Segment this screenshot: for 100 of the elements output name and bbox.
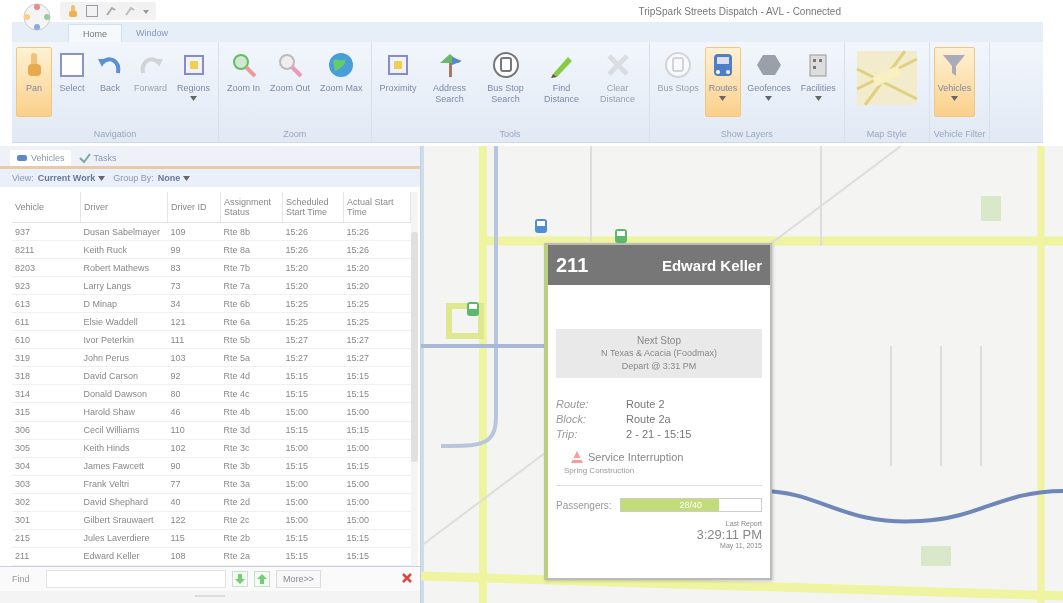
- table-cell: 15:25: [282, 312, 344, 331]
- close-button[interactable]: [402, 573, 412, 585]
- find-field[interactable]: [46, 570, 226, 588]
- table-cell: Rte 8b: [220, 222, 283, 241]
- ribbon-button[interactable]: Pan: [16, 47, 52, 117]
- ribbon-tab[interactable]: Home: [68, 24, 122, 42]
- table-cell: Cecil Williams: [80, 421, 168, 440]
- table-cell: 108: [167, 547, 221, 566]
- table-cell: 301: [12, 511, 81, 530]
- ribbon-button[interactable]: Vehicles: [933, 47, 976, 117]
- scrollbar[interactable]: [411, 192, 418, 566]
- table-cell: 15:15: [282, 457, 344, 476]
- group-by-dropdown[interactable]: None: [157, 173, 191, 183]
- table-cell: Robert Mathews: [80, 258, 168, 277]
- ribbon-tab[interactable]: Window: [122, 24, 183, 42]
- table-cell: Rte 2c: [220, 511, 283, 530]
- table-cell: 15:00: [343, 439, 411, 458]
- column-header[interactable]: Scheduled Start Time: [282, 192, 344, 223]
- find-previous-button[interactable]: [254, 571, 270, 587]
- table-cell: Rte 5b: [220, 330, 283, 349]
- table-cell: 15:20: [343, 276, 411, 295]
- view-dropdown[interactable]: Current Work: [37, 173, 106, 183]
- more-button[interactable]: More>>: [276, 570, 322, 588]
- table-cell: 215: [12, 529, 81, 548]
- ribbon-button[interactable]: Facilities: [796, 47, 840, 117]
- column-header[interactable]: Driver: [80, 192, 168, 223]
- ribbon-button[interactable]: Zoom Max: [316, 47, 367, 117]
- table-cell: 15:00: [282, 493, 344, 512]
- globe-icon: [327, 51, 356, 79]
- table-cell: Rte 7a: [220, 276, 283, 295]
- table-cell: 15:00: [343, 402, 411, 421]
- table-cell: 8211: [12, 240, 81, 259]
- table-cell: 110: [167, 421, 221, 440]
- find-next-button[interactable]: [232, 571, 248, 587]
- ribbon-button[interactable]: Select: [54, 47, 90, 117]
- ribbon-button[interactable]: Bus Stop Search: [478, 47, 533, 117]
- next-stop-name: N Texas & Acacia (Foodmax): [600, 347, 718, 360]
- panel-tab[interactable]: Tasks: [72, 150, 123, 166]
- table-cell: 15:00: [343, 475, 411, 494]
- table-cell: 15:27: [282, 348, 344, 367]
- table-cell: 15:15: [343, 547, 411, 566]
- table-cell: Rte 3b: [220, 457, 283, 476]
- table-cell: 315: [12, 402, 81, 421]
- table-cell: 923: [12, 276, 81, 295]
- panel-tab[interactable]: Vehicles: [10, 150, 71, 166]
- table-cell: 15:15: [343, 529, 411, 548]
- table-cell: 15:26: [343, 222, 411, 241]
- detail-value: Route 2a: [626, 413, 672, 425]
- ribbon-button[interactable]: Routes: [704, 47, 742, 117]
- ribbon-group-label: Navigation: [92, 128, 138, 141]
- table-cell: 111: [167, 330, 221, 349]
- scrollbar-thumb[interactable]: [411, 232, 418, 462]
- table-cell: Jules Laverdiere: [80, 529, 168, 548]
- departure-time: Depart @ 3:31 PM: [620, 360, 698, 373]
- table-cell: John Perus: [80, 348, 168, 367]
- table-cell: 610: [12, 330, 81, 349]
- zoom-out-icon: [276, 51, 305, 79]
- table-cell: 15:20: [282, 258, 344, 277]
- table-cell: 103: [167, 348, 221, 367]
- column-header[interactable]: Driver ID: [167, 192, 221, 223]
- table-cell: Rte 3a: [220, 475, 283, 494]
- detail-value: Route 2: [626, 398, 666, 410]
- column-header[interactable]: Assignment Status: [220, 192, 283, 223]
- ribbon-group-label: Tools: [498, 128, 522, 141]
- ribbon-button[interactable]: Address Search: [422, 47, 477, 117]
- table-cell: 115: [167, 529, 221, 548]
- ribbon-button[interactable]: Find Distance: [534, 47, 589, 117]
- table-cell: D Minap: [80, 294, 168, 313]
- table-cell: 15:15: [343, 457, 411, 476]
- table-cell: David Carson: [80, 366, 168, 385]
- table-cell: 15:25: [282, 294, 344, 313]
- table-cell: 15:26: [282, 240, 344, 259]
- table-cell: 319: [12, 348, 81, 367]
- table-cell: 122: [167, 511, 221, 530]
- column-header[interactable]: Vehicle: [12, 192, 81, 223]
- ribbon-button[interactable]: Zoom Out: [266, 47, 315, 117]
- table-cell: 15:25: [343, 294, 411, 313]
- ribbon-button[interactable]: Back: [92, 47, 128, 117]
- table-cell: 611: [12, 312, 81, 331]
- column-header[interactable]: Actual Start Time: [343, 192, 411, 223]
- ribbon-button[interactable]: Zoom In: [223, 47, 265, 117]
- table-cell: 15:20: [282, 276, 344, 295]
- table-cell: 80: [167, 384, 221, 403]
- table-cell: Rte 6a: [220, 312, 283, 331]
- table-cell: 77: [167, 475, 221, 494]
- last-report-time: 3:29:11 PM: [695, 527, 762, 542]
- hand-icon: [66, 4, 80, 18]
- table-cell: Rte 4d: [220, 366, 283, 385]
- caret-icon: [98, 175, 106, 181]
- ribbon-button[interactable]: Geofences: [743, 47, 795, 117]
- ribbon-button[interactable]: Regions: [173, 47, 215, 117]
- table-cell: Frank Veltri: [80, 475, 168, 494]
- table-cell: 15:00: [282, 475, 344, 494]
- passengers-label: Passengers:: [556, 499, 612, 511]
- table-cell: 15:27: [343, 348, 411, 367]
- table-cell: 314: [12, 384, 81, 403]
- table-cell: 211: [12, 547, 81, 566]
- table-cell: 15:00: [343, 511, 411, 530]
- ribbon-button[interactable]: Proximity: [375, 47, 421, 117]
- select-box-icon: [58, 51, 86, 79]
